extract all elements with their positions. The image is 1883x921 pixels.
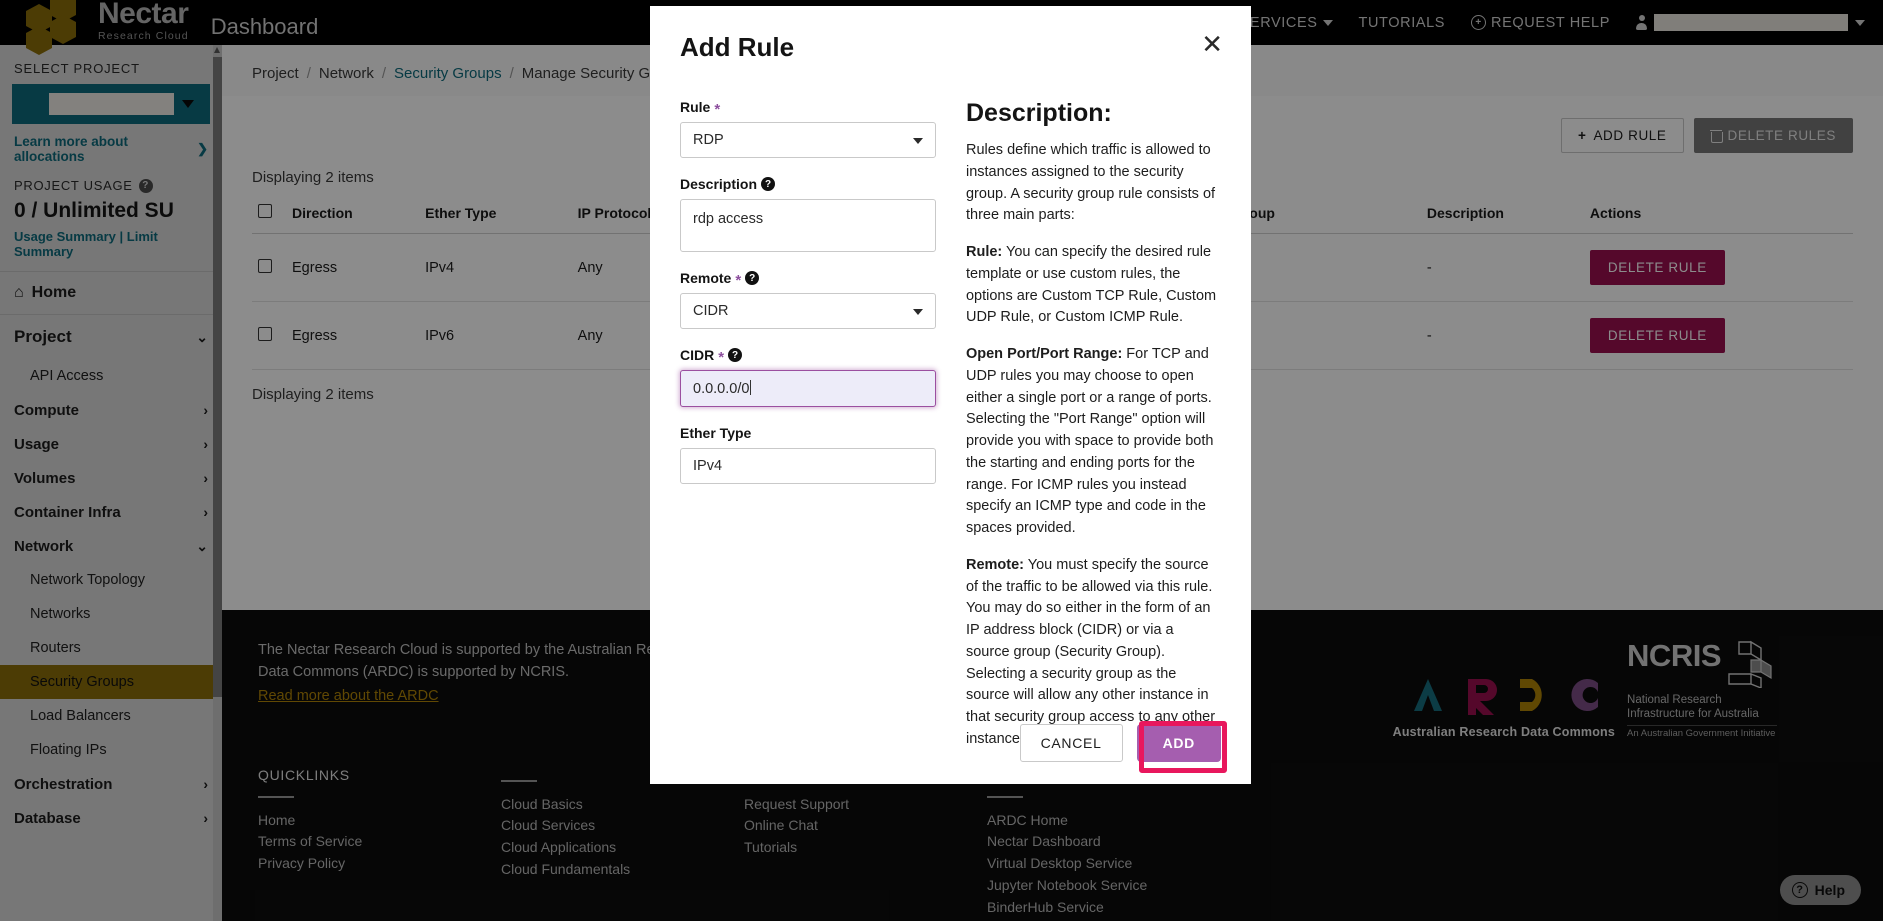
app-root: Nectar Research Cloud Dashboard SUPPORT … (0, 0, 1883, 921)
field-remote: Remote * ? CIDR (680, 270, 936, 329)
add-button[interactable]: ADD (1136, 724, 1221, 762)
cidr-label: CIDR * ? (680, 347, 936, 366)
help-icon[interactable]: ? (728, 348, 743, 362)
field-cidr: CIDR * ? 0.0.0.0/0 (680, 347, 936, 407)
close-icon[interactable]: ✕ (1201, 32, 1223, 58)
field-ether-type: Ether Type IPv4 (680, 425, 936, 484)
required-asterisk: * (714, 100, 721, 118)
paragraph-text: You can specify the desired rule templat… (965, 244, 1217, 326)
modal-footer: CANCEL ADD (650, 706, 1251, 784)
description-paragraph: Rule: You can specify the desired rule t… (966, 242, 1221, 329)
ether-type-input[interactable]: IPv4 (680, 448, 936, 484)
paragraph-lead: Rule: (965, 244, 1003, 260)
field-description: Description ? rdp access (680, 176, 936, 252)
paragraph-text: Rules define which traffic is allowed to… (965, 142, 1216, 224)
cancel-button[interactable]: CANCEL (1019, 724, 1123, 762)
description-panel-title: Description: (965, 99, 1112, 127)
required-asterisk: * (718, 348, 725, 366)
add-rule-modal: Add Rule ✕ Rule * RDP Description ? rdp … (650, 6, 1251, 784)
rule-select[interactable]: RDP (680, 122, 936, 158)
remote-label: Remote * ? (680, 270, 936, 289)
description-panel: Description: Rules define which traffic … (966, 99, 1221, 766)
required-asterisk: * (735, 271, 742, 289)
add-rule-form: Rule * RDP Description ? rdp access Remo… (680, 99, 936, 766)
rule-label: Rule * (680, 99, 721, 118)
remote-select[interactable]: CIDR (680, 293, 936, 329)
paragraph-lead: Open Port/Port Range: (965, 346, 1123, 362)
description-paragraph: Rules define which traffic is allowed to… (966, 140, 1221, 227)
modal-body: Rule * RDP Description ? rdp access Remo… (680, 63, 1221, 766)
description-label: Description ? (680, 176, 936, 192)
modal-title: Add Rule (680, 32, 795, 62)
description-paragraphs: Rules define which traffic is allowed to… (966, 140, 1221, 751)
description-textarea[interactable]: rdp access (680, 199, 936, 252)
ether-type-label: Ether Type (680, 425, 752, 441)
help-icon[interactable]: ? (745, 271, 760, 285)
field-rule: Rule * RDP (680, 99, 936, 158)
paragraph-text: For TCP and UDP rules you may choose to … (965, 346, 1214, 536)
paragraph-lead: Remote: (965, 556, 1024, 573)
help-icon[interactable]: ? (761, 177, 776, 191)
description-paragraph: Open Port/Port Range: For TCP and UDP ru… (966, 344, 1221, 540)
cidr-input[interactable]: 0.0.0.0/0 (680, 370, 936, 407)
text-cursor (750, 380, 752, 395)
